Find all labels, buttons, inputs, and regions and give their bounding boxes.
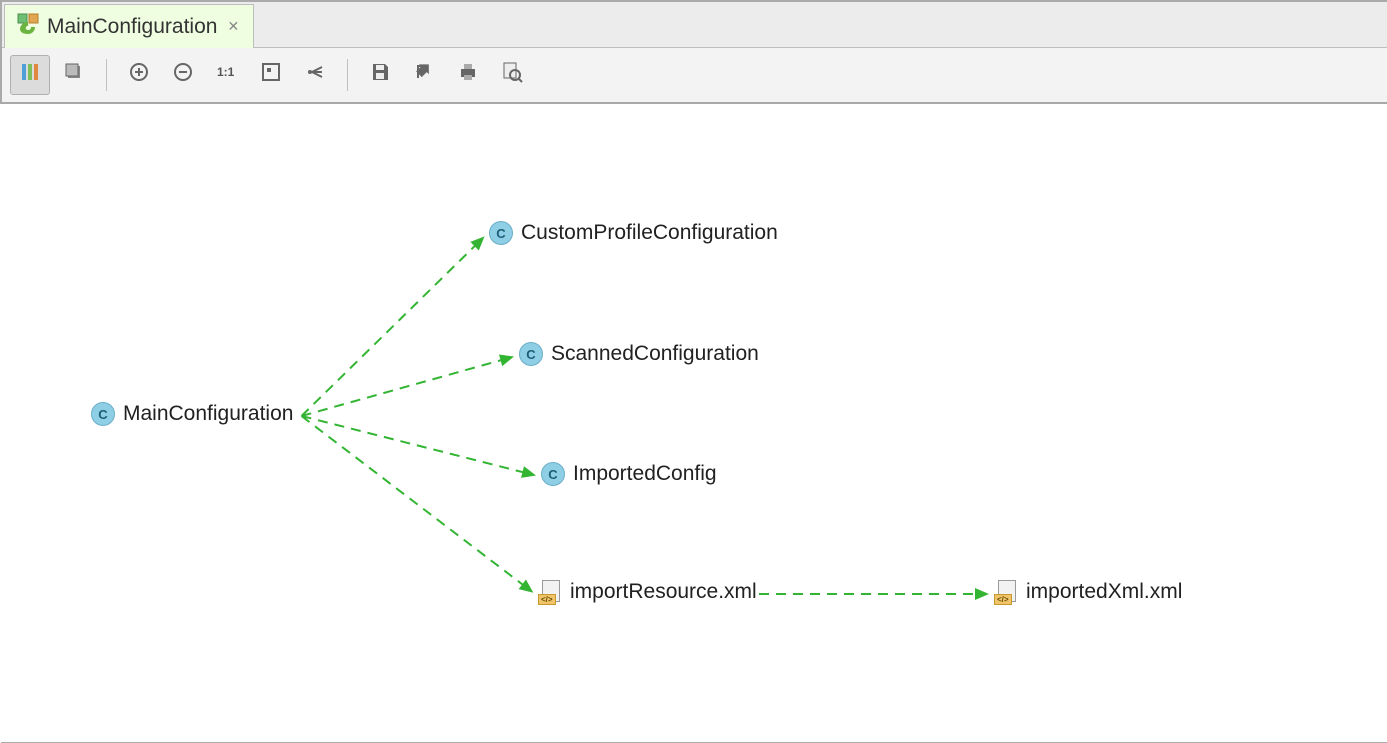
view-columns-icon [19, 61, 41, 89]
diagram-node-ixml[interactable]: importedXml.xml [994, 580, 1182, 604]
class-icon: C [541, 462, 565, 486]
node-label: importResource.xml [570, 580, 757, 604]
tab-active[interactable]: MainConfiguration ✕ [4, 4, 254, 48]
print-icon [457, 61, 479, 89]
close-icon[interactable]: ✕ [225, 16, 241, 37]
node-label: MainConfiguration [123, 402, 293, 426]
svg-text:1:1: 1:1 [217, 65, 235, 79]
diagram-node-main[interactable]: C MainConfiguration [91, 402, 293, 426]
zoom-in-button[interactable] [119, 55, 159, 95]
view-columns-button[interactable] [10, 55, 50, 95]
preview-icon [501, 61, 523, 89]
diagram-node-imported[interactable]: C ImportedConfig [541, 462, 717, 486]
toolbar: 1:1 [2, 48, 1387, 104]
node-label: importedXml.xml [1026, 580, 1182, 604]
fit-window-button[interactable] [251, 55, 291, 95]
view-grouped-icon [63, 61, 85, 89]
export-button[interactable] [404, 55, 444, 95]
print-button[interactable] [448, 55, 488, 95]
xml-file-icon [994, 580, 1018, 604]
class-icon: C [519, 342, 543, 366]
xml-file-icon [538, 580, 562, 604]
diagram-canvas[interactable]: C MainConfiguration C CustomProfileConfigur… [0, 104, 1387, 742]
zoom-in-icon [128, 61, 150, 89]
zoom-actual-icon: 1:1 [216, 61, 238, 89]
view-grouped-button[interactable] [54, 55, 94, 95]
toolbar-separator [347, 59, 348, 91]
zoom-out-icon [172, 61, 194, 89]
zoom-actual-button[interactable]: 1:1 [207, 55, 247, 95]
diagram-node-res[interactable]: importResource.xml [538, 580, 757, 604]
class-icon: C [489, 221, 513, 245]
spring-config-icon [17, 13, 39, 41]
layout-arrows-icon [304, 61, 326, 89]
save-icon [369, 61, 391, 89]
preview-button[interactable] [492, 55, 532, 95]
diagram-node-scanned[interactable]: C ScannedConfiguration [519, 342, 759, 366]
fit-window-icon [260, 61, 282, 89]
node-label: CustomProfileConfiguration [521, 221, 778, 245]
tab-bar: MainConfiguration ✕ [2, 2, 1387, 48]
layout-arrows-button[interactable] [295, 55, 335, 95]
toolbar-separator [106, 59, 107, 91]
node-label: ScannedConfiguration [551, 342, 759, 366]
export-icon [413, 61, 435, 89]
zoom-out-button[interactable] [163, 55, 203, 95]
class-icon: C [91, 402, 115, 426]
tab-title: MainConfiguration [47, 15, 217, 39]
node-label: ImportedConfig [573, 462, 717, 486]
diagram-node-custom[interactable]: C CustomProfileConfiguration [489, 221, 778, 245]
save-button[interactable] [360, 55, 400, 95]
